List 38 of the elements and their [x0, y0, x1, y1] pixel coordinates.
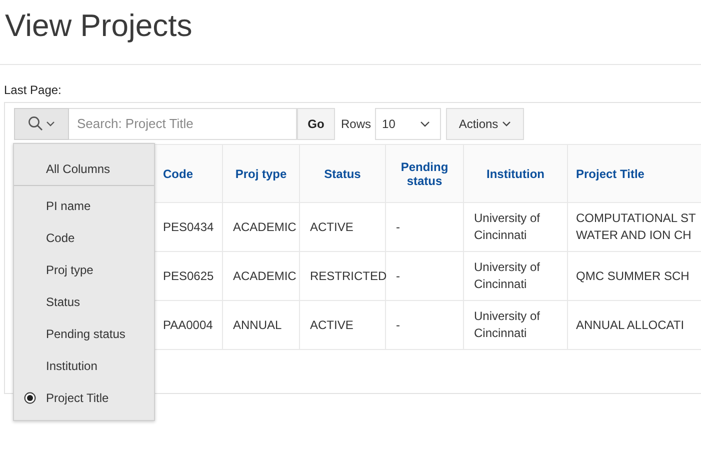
table-cell: ACADEMIC [222, 252, 300, 300]
search-column-button[interactable] [14, 108, 69, 140]
table-cell: ANNUAL [222, 300, 300, 350]
table-cell: ACTIVE [300, 300, 386, 350]
table-cell: University of Cincinnati [464, 202, 568, 252]
menu-item[interactable]: Code [14, 222, 154, 254]
menu-item[interactable]: Project Title [14, 382, 154, 414]
search-field[interactable]: Search: Project Title [69, 108, 297, 140]
menu-item[interactable]: All Columns [14, 158, 154, 186]
table-cell: University of Cincinnati [464, 300, 568, 350]
caret-icon [420, 120, 430, 126]
caret-icon [502, 120, 512, 126]
go-button[interactable]: Go [297, 108, 335, 140]
rows-label: Rows [341, 116, 372, 130]
table-cell: ACADEMIC [222, 202, 300, 252]
column-header[interactable]: Pending status [386, 144, 464, 202]
column-header[interactable]: Code [152, 144, 222, 202]
page-title: View Projects [4, 7, 194, 45]
menu-item[interactable]: Institution [14, 350, 154, 382]
table-cell: - [386, 252, 464, 300]
search-icon [28, 116, 43, 131]
menu-item[interactable]: Status [14, 286, 154, 318]
menu-item[interactable]: Pending status [14, 318, 154, 350]
column-header[interactable]: Institution [464, 144, 568, 202]
column-header[interactable]: Status [300, 144, 386, 202]
last-page-label: Last Page: [3, 82, 62, 97]
table-cell: University of Cincinnati [464, 252, 568, 300]
table-cell: ACTIVE [300, 202, 386, 252]
table-cell: RESTRICTED [300, 252, 386, 300]
actions-button[interactable]: Actions [446, 108, 524, 140]
menu-item[interactable]: Proj type [14, 254, 154, 286]
menu-item[interactable]: PI name [14, 190, 154, 222]
caret-icon [46, 120, 55, 126]
column-header[interactable]: Proj type [222, 144, 300, 202]
table-cell: - [386, 300, 464, 350]
rows-select[interactable]: 10 [375, 108, 442, 140]
table-cell: - [386, 202, 464, 252]
column-header[interactable]: Project Title [568, 144, 701, 202]
